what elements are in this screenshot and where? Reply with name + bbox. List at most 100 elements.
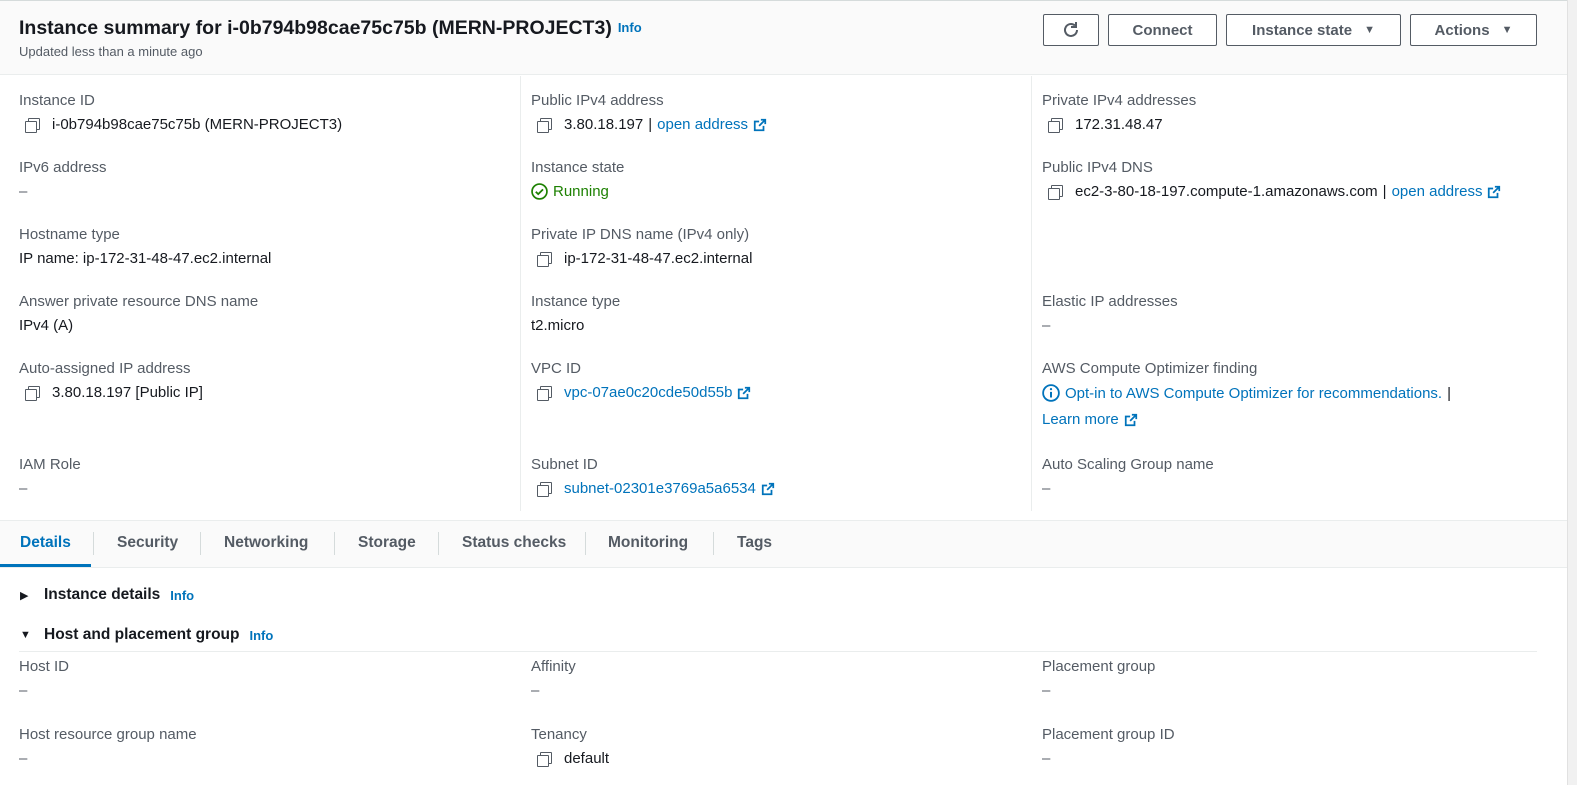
field-label: Elastic IP addresses [1042, 293, 1178, 310]
instance-id-value: i-0b794b98cae75c75b (MERN-PROJECT3) [52, 116, 343, 133]
instance-details-toggle[interactable]: ▶ Instance details Info [20, 586, 194, 604]
tab-divider [438, 532, 439, 555]
tab-networking[interactable]: Networking [224, 521, 308, 567]
tab-status-checks[interactable]: Status checks [462, 521, 566, 567]
tab-divider [713, 532, 714, 555]
field-value: ip-172-31-48-47.ec2.internal [531, 250, 752, 267]
tab-details[interactable]: Details [0, 521, 91, 567]
caret-down-icon: ▼ [1364, 24, 1375, 36]
instance-state-value: Running [553, 183, 609, 200]
external-link-icon[interactable] [1124, 413, 1138, 427]
external-link-icon[interactable] [737, 386, 751, 400]
external-link-icon[interactable] [761, 482, 775, 496]
title-info-link[interactable]: Info [618, 20, 642, 35]
field-label: Instance state [531, 159, 625, 176]
field-placement-group-id: Placement group ID – [1042, 726, 1175, 767]
field-host-id: Host ID – [19, 658, 69, 699]
optimizer-opt-in-link[interactable]: Opt-in to AWS Compute Optimizer for reco… [1065, 385, 1442, 402]
field-value: 172.31.48.47 [1042, 116, 1196, 133]
summary-grid: Instance ID i-0b794b98cae75c75b (MERN-PR… [0, 76, 1567, 521]
caret-down-icon: ▼ [20, 629, 31, 641]
field-label: Public IPv4 DNS [1042, 159, 1153, 176]
affinity-value: – [531, 682, 540, 699]
field-affinity: Affinity – [531, 658, 576, 699]
field-instance-state: Instance state Running [531, 159, 624, 200]
info-link[interactable]: Info [250, 628, 274, 643]
separator: | [1447, 384, 1451, 402]
field-ipv6: IPv6 address – [19, 159, 107, 200]
field-compute-optimizer: AWS Compute Optimizer finding Opt-in to … [1042, 360, 1456, 428]
tab-divider [334, 532, 335, 555]
asg-name-value: – [1042, 480, 1051, 497]
instance-state-label: Instance state [1252, 21, 1353, 39]
field-label: Private IP DNS name (IPv4 only) [531, 226, 750, 243]
field-label: Public IPv4 address [531, 92, 664, 109]
tab-monitoring[interactable]: Monitoring [608, 521, 688, 567]
copy-icon[interactable] [537, 385, 552, 401]
public-ipv4-value: 3.80.18.197 [564, 116, 644, 133]
field-value: default [531, 750, 609, 767]
field-value: Learn more [1042, 411, 1456, 428]
actions-button[interactable]: Actions ▼ [1410, 14, 1537, 46]
field-label: Instance type [531, 293, 621, 310]
field-value: ec2-3-80-18-197.compute-1.amazonaws.com … [1042, 183, 1501, 200]
subnet-id-link[interactable]: subnet-02301e3769a5a6534 [564, 480, 756, 497]
field-public-dns: Public IPv4 DNS ec2-3-80-18-197.compute-… [1042, 159, 1501, 200]
refresh-button[interactable] [1043, 14, 1099, 46]
field-value: 3.80.18.197 | open address [531, 116, 767, 133]
field-label: IPv6 address [19, 159, 107, 176]
instance-state-button[interactable]: Instance state ▼ [1226, 14, 1401, 46]
field-label: Auto Scaling Group name [1042, 456, 1214, 473]
instance-type-value: t2.micro [531, 317, 585, 334]
copy-icon[interactable] [25, 117, 40, 133]
info-link[interactable]: Info [170, 588, 194, 603]
field-private-dns: Private IP DNS name (IPv4 only) ip-172-3… [531, 226, 752, 267]
field-label: Placement group ID [1042, 726, 1175, 743]
connect-button[interactable]: Connect [1108, 14, 1217, 46]
external-link-icon[interactable] [1487, 185, 1501, 199]
field-label: IAM Role [19, 456, 81, 473]
tab-security[interactable]: Security [117, 521, 178, 567]
field-public-ipv4: Public IPv4 address 3.80.18.197 | open a… [531, 92, 767, 133]
field-value: Running [531, 183, 624, 200]
scrollbar[interactable] [1567, 0, 1577, 785]
placement-group-id-value: – [1042, 750, 1051, 767]
vpc-id-link[interactable]: vpc-07ae0c20cde50d55b [564, 384, 732, 401]
field-value: subnet-02301e3769a5a6534 [531, 480, 775, 497]
column-divider [1031, 76, 1032, 511]
field-label: Auto-assigned IP address [19, 360, 191, 377]
field-label: Host resource group name [19, 726, 197, 743]
external-link-icon[interactable] [753, 118, 767, 132]
field-label: Instance ID [19, 92, 95, 109]
copy-icon[interactable] [537, 751, 552, 767]
field-instance-type: Instance type t2.micro [531, 293, 620, 334]
page-title: Instance summary for i-0b794b98cae75c75b… [19, 17, 642, 40]
tab-divider [200, 532, 201, 555]
tab-storage[interactable]: Storage [358, 521, 416, 567]
section-title: Host and placement group [44, 626, 240, 643]
field-label: Subnet ID [531, 456, 598, 473]
host-id-value: – [19, 682, 28, 699]
copy-icon[interactable] [537, 481, 552, 497]
section-title: Instance details [44, 586, 161, 603]
tab-divider [585, 532, 586, 555]
tab-tags[interactable]: Tags [737, 521, 772, 567]
iam-role-value: – [19, 480, 28, 497]
field-vpc-id: VPC ID vpc-07ae0c20cde50d55b [531, 360, 751, 401]
learn-more-link[interactable]: Learn more [1042, 411, 1119, 428]
copy-icon[interactable] [1048, 184, 1063, 200]
private-ipv4-value: 172.31.48.47 [1075, 116, 1163, 133]
open-address-link[interactable]: open address [657, 116, 748, 133]
open-address-link[interactable]: open address [1392, 183, 1483, 200]
caret-right-icon: ▶ [20, 589, 29, 602]
copy-icon[interactable] [1048, 117, 1063, 133]
copy-icon[interactable] [537, 251, 552, 267]
copy-icon[interactable] [537, 117, 552, 133]
section-divider [19, 651, 1537, 652]
field-label: VPC ID [531, 360, 582, 377]
host-placement-toggle[interactable]: ▼ Host and placement group Info [20, 626, 273, 644]
tenancy-value: default [564, 750, 610, 767]
field-answer-dns: Answer private resource DNS name IPv4 (A… [19, 293, 258, 334]
copy-icon[interactable] [25, 385, 40, 401]
field-hostname-type: Hostname type IP name: ip-172-31-48-47.e… [19, 226, 271, 267]
